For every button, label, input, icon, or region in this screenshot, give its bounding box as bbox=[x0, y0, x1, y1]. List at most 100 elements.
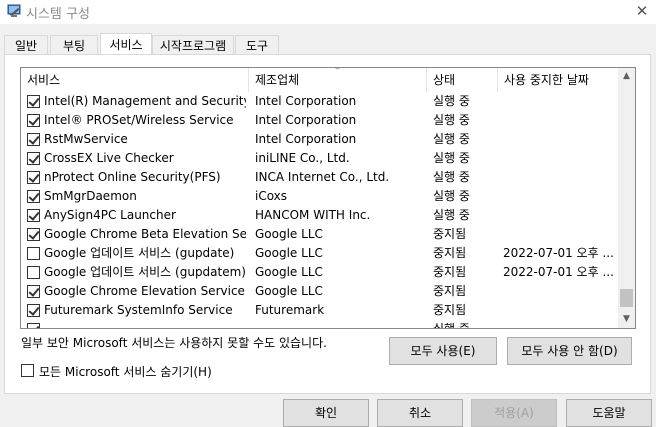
tab-general[interactable]: 일반 bbox=[4, 35, 48, 55]
table-row[interactable]: Google Chrome Elevation Service (... Goog… bbox=[21, 282, 618, 301]
service-status: 실행 중 bbox=[433, 208, 470, 222]
service-name: Intel(R) Management and Security ... bbox=[44, 94, 246, 108]
service-checkbox[interactable] bbox=[27, 95, 40, 108]
service-date-disabled bbox=[503, 225, 615, 244]
services-list[interactable]: 서비스 제조업체 상태 사용 중지한 날짜 ﹀ Intel(R) Managem… bbox=[20, 67, 636, 329]
service-name: Google Chrome Elevation Service (... bbox=[44, 284, 246, 298]
ok-button[interactable]: 확인 bbox=[283, 399, 369, 427]
table-row[interactable]: Google 업데이트 서비스 (gupdate) Google LLC 중지됨 20… bbox=[21, 244, 618, 263]
service-checkbox[interactable] bbox=[27, 152, 40, 165]
service-date-disabled bbox=[503, 130, 615, 149]
list-header: 서비스 제조업체 상태 사용 중지한 날짜 ﹀ bbox=[21, 68, 618, 92]
service-status: 실행 중 bbox=[433, 113, 470, 127]
table-row[interactable]: SmMgrDaemon iCoxs 실행 중 bbox=[21, 187, 618, 206]
service-status: 중지됨 bbox=[433, 265, 467, 279]
service-status: 중지됨 bbox=[433, 246, 467, 260]
table-row[interactable]: Intel® PROSet/Wireless Service Intel Corp… bbox=[21, 111, 618, 130]
service-name: RstMwService bbox=[44, 132, 128, 146]
table-row[interactable]: Google 업데이트 서비스 (gupdatem) Google LLC 중지됨 2… bbox=[21, 263, 618, 282]
service-checkbox[interactable] bbox=[27, 266, 40, 279]
column-header-date-disabled[interactable]: 사용 중지한 날짜 bbox=[498, 68, 618, 92]
tab-boot[interactable]: 부팅 bbox=[50, 35, 98, 55]
tab-startup[interactable]: 시작프로그램 bbox=[152, 35, 234, 55]
service-manufacturer: Google LLC bbox=[255, 265, 323, 279]
service-name: CrossEX Live Checker bbox=[44, 151, 174, 165]
hide-microsoft-label: 모든 Microsoft 서비스 숨기기(H) bbox=[39, 365, 212, 379]
service-name: AnySign4PC Launcher bbox=[44, 208, 176, 222]
service-name: Intel® PROSet/Wireless Service bbox=[44, 113, 234, 127]
service-manufacturer: Futuremark bbox=[255, 303, 325, 317]
service-checkbox[interactable] bbox=[27, 323, 40, 328]
service-name: SmMgrDaemon bbox=[44, 189, 137, 203]
service-status: 중지됨 bbox=[433, 303, 467, 317]
service-checkbox[interactable] bbox=[27, 114, 40, 127]
service-status: 실행 중 bbox=[433, 170, 470, 184]
service-date-disabled bbox=[503, 92, 615, 111]
service-checkbox[interactable] bbox=[27, 171, 40, 184]
service-name: nProtect Online Security(PFS) bbox=[44, 170, 221, 184]
scroll-thumb[interactable] bbox=[620, 289, 633, 307]
service-checkbox[interactable] bbox=[27, 247, 40, 260]
apply-button[interactable]: 적용(A) bbox=[471, 399, 557, 427]
hide-microsoft-checkbox[interactable] bbox=[21, 364, 34, 377]
scroll-up-icon[interactable]: ▲ bbox=[618, 68, 635, 85]
service-status: 실행 중 bbox=[433, 94, 470, 108]
service-manufacturer: Google LLC bbox=[255, 227, 323, 241]
service-manufacturer: Intel Corporation bbox=[255, 94, 357, 108]
service-status: 실행 중 bbox=[433, 189, 470, 203]
service-date-disabled bbox=[503, 301, 615, 320]
service-status: 중지됨 bbox=[433, 284, 467, 298]
title-bar: 시스템 구성 ✕ bbox=[0, 0, 656, 24]
service-date-disabled bbox=[503, 320, 615, 328]
service-manufacturer: Google LLC bbox=[255, 246, 323, 260]
tab-tools[interactable]: 도구 bbox=[235, 35, 279, 55]
service-manufacturer: Intel Corporation bbox=[255, 132, 357, 146]
service-rows: Intel(R) Management and Security ... Inte… bbox=[21, 92, 618, 329]
close-button[interactable]: ✕ bbox=[628, 0, 656, 24]
service-status: 중지됨 bbox=[433, 227, 467, 241]
service-manufacturer: Google LLC bbox=[255, 284, 323, 298]
scroll-down-icon[interactable]: ▼ bbox=[618, 311, 635, 328]
window-title: 시스템 구성 bbox=[26, 7, 90, 22]
disable-all-button[interactable]: 모두 사용 안 함(D) bbox=[507, 337, 632, 365]
cancel-button[interactable]: 취소 bbox=[377, 399, 463, 427]
service-name: Google 업데이트 서비스 (gupdatem) bbox=[44, 265, 246, 279]
table-row[interactable]: nProtect Online Security(PFS) INCA Intern… bbox=[21, 168, 618, 187]
service-checkbox[interactable] bbox=[27, 304, 40, 317]
column-header-status[interactable]: 상태 bbox=[427, 68, 498, 92]
enable-all-button[interactable]: 모두 사용(E) bbox=[389, 337, 497, 365]
service-date-disabled bbox=[503, 282, 615, 301]
service-checkbox[interactable] bbox=[27, 190, 40, 203]
service-checkbox[interactable] bbox=[27, 133, 40, 146]
tab-services[interactable]: 서비스 bbox=[100, 33, 152, 56]
table-row[interactable]: RstMwService Intel Corporation 실행 중 bbox=[21, 130, 618, 149]
system-config-icon bbox=[7, 4, 21, 17]
table-row[interactable]: CrossEX Live Checker iniLINE Co., Ltd. 실행 … bbox=[21, 149, 618, 168]
vertical-scrollbar[interactable]: ▲ ▼ bbox=[618, 68, 635, 328]
service-name: Google Chrome Beta Elevation Serv... bbox=[44, 227, 246, 241]
table-row[interactable]: Futuremark SystemInfo Service Futuremark 중… bbox=[21, 301, 618, 320]
service-checkbox[interactable] bbox=[27, 209, 40, 222]
service-manufacturer: iCoxs bbox=[255, 189, 288, 203]
service-date-disabled: 2022-07-01 오후 ... bbox=[503, 246, 614, 260]
table-row[interactable]: Google Chrome Beta Elevation Serv... Goog… bbox=[21, 225, 618, 244]
service-date-disabled bbox=[503, 187, 615, 206]
table-row[interactable]: 실행 중 bbox=[21, 320, 618, 329]
service-status: 실행 중 bbox=[433, 132, 470, 146]
service-status: 실행 중 bbox=[433, 151, 470, 165]
service-date-disabled bbox=[503, 111, 615, 130]
table-row[interactable]: Intel(R) Management and Security ... Inte… bbox=[21, 92, 618, 111]
services-tab-panel: 서비스 제조업체 상태 사용 중지한 날짜 ﹀ Intel(R) Managem… bbox=[4, 54, 651, 394]
service-date-disabled bbox=[503, 168, 615, 187]
service-name: Futuremark SystemInfo Service bbox=[44, 303, 233, 317]
sort-indicator-icon: ﹀ bbox=[333, 67, 343, 77]
service-status: 실행 중 bbox=[433, 322, 470, 329]
service-checkbox[interactable] bbox=[27, 228, 40, 241]
security-warning-text: 일부 보안 Microsoft 서비스는 사용하지 못할 수도 있습니다. bbox=[21, 336, 327, 350]
service-manufacturer: INCA Internet Co., Ltd. bbox=[255, 170, 390, 184]
tab-bar: 일반 부팅 서비스 시작프로그램 도구 bbox=[0, 33, 656, 56]
table-row[interactable]: AnySign4PC Launcher HANCOM WITH Inc. 실행 중 bbox=[21, 206, 618, 225]
service-checkbox[interactable] bbox=[27, 285, 40, 298]
help-button[interactable]: 도움말 bbox=[566, 399, 652, 427]
column-header-service[interactable]: 서비스 bbox=[21, 68, 249, 92]
